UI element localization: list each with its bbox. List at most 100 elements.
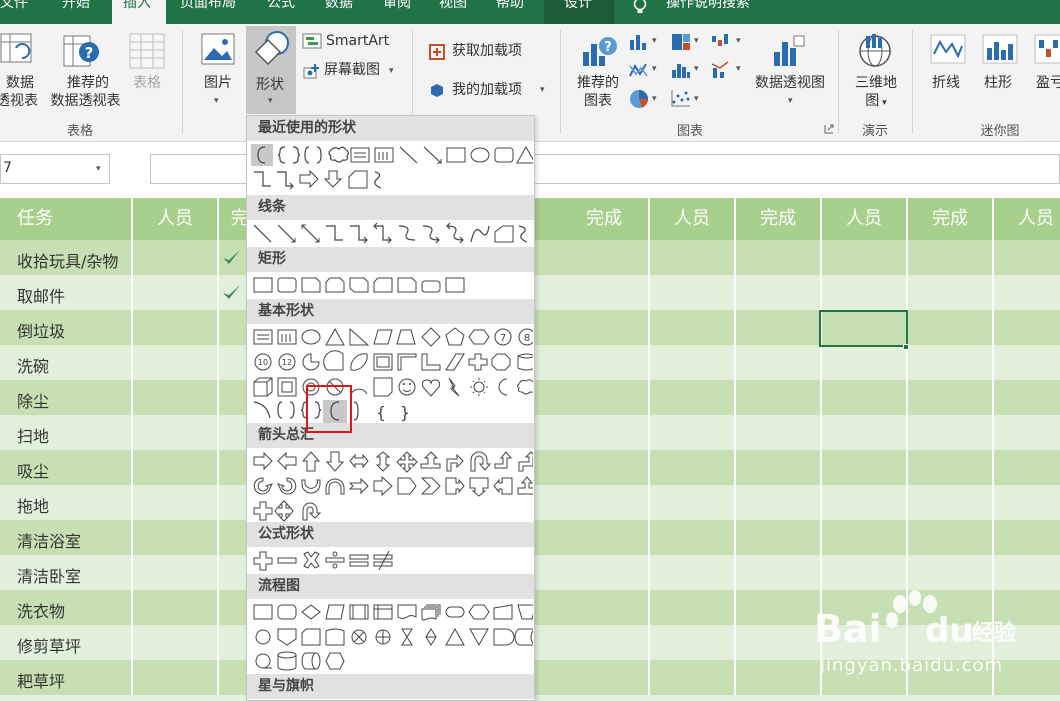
- pictures-dropdown-arrow[interactable]: ▾: [214, 96, 219, 106]
- smartart-icon[interactable]: [302, 32, 322, 50]
- group-label-sparklines: 迷你图: [980, 124, 1020, 139]
- sparkline-winloss-icon[interactable]: [1034, 34, 1060, 64]
- pivot-chart-dropdown-arrow[interactable]: ▾: [788, 96, 793, 106]
- svg-text:du: du: [925, 611, 974, 651]
- combo-chart-icon[interactable]: [710, 60, 732, 80]
- task-name: 吸尘: [17, 462, 50, 481]
- column-chart-icon[interactable]: [628, 32, 650, 52]
- dialog-launcher-icon[interactable]: [824, 124, 834, 134]
- header-cell-done[interactable]: 完成: [908, 198, 994, 240]
- stat-chart-dropdown-arrow[interactable]: ▾: [694, 64, 699, 74]
- group-separator: [838, 30, 839, 134]
- table-icon[interactable]: [128, 32, 166, 70]
- pivot-table-icon[interactable]: [0, 32, 34, 66]
- recommended-charts-icon[interactable]: ?: [580, 32, 620, 70]
- pie-chart-dropdown-arrow[interactable]: ▾: [652, 94, 657, 104]
- svg-text:}: }: [400, 403, 410, 422]
- name-box[interactable]: 7: [0, 154, 110, 184]
- sparkline-column-icon[interactable]: [982, 34, 1018, 64]
- group-separator: [560, 30, 561, 134]
- get-addins-label[interactable]: 获取加载项: [452, 42, 522, 60]
- task-name: 倒垃圾: [17, 322, 66, 341]
- shapes-button[interactable]: 形状 ▾: [246, 26, 296, 114]
- stat-chart-icon[interactable]: [670, 60, 692, 80]
- basic-shapes-rows[interactable]: 7 8 10 12 {}: [251, 326, 533, 426]
- my-addins-icon[interactable]: [428, 81, 446, 99]
- combo-chart-dropdown-arrow[interactable]: ▾: [736, 64, 741, 74]
- pie-chart-icon[interactable]: [628, 88, 650, 110]
- watermark-url: jingyan.baidu.com: [820, 655, 1004, 676]
- tab-data[interactable]: 数据: [325, 0, 365, 24]
- group-separator: [182, 30, 183, 134]
- tab-formulas[interactable]: 公式: [267, 0, 307, 24]
- line-chart-icon[interactable]: [628, 60, 650, 80]
- column-chart-dropdown-arrow[interactable]: ▾: [652, 36, 657, 46]
- header-cell-person[interactable]: 人员: [994, 198, 1060, 240]
- tell-me-search[interactable]: 操作说明搜索: [666, 0, 776, 24]
- equation-shapes-row[interactable]: [251, 549, 533, 573]
- scatter-chart-icon[interactable]: [670, 88, 692, 108]
- 3d-map-label[interactable]: 三维地 图 ▾: [850, 74, 902, 112]
- table-label[interactable]: 表格: [133, 74, 161, 92]
- recent-shapes-row[interactable]: [251, 144, 533, 190]
- pivot-chart-label[interactable]: 数据透视图: [748, 74, 832, 92]
- recommended-pivot-label[interactable]: 推荐的 数据透视表: [51, 74, 124, 110]
- recommended-pivot-icon[interactable]: ?: [62, 32, 102, 70]
- header-cell-done[interactable]: 完成: [736, 198, 822, 240]
- pictures-label[interactable]: 图片: [196, 74, 240, 92]
- category-rectangles: 矩形: [247, 247, 534, 272]
- block-arrows-rows[interactable]: [251, 450, 533, 522]
- header-cell-person[interactable]: 人员: [133, 198, 219, 240]
- highlighted-shape-frame: [306, 385, 352, 433]
- tab-view[interactable]: 视图: [439, 0, 479, 24]
- selected-cell[interactable]: [819, 310, 908, 347]
- pivot-chart-icon[interactable]: [772, 32, 808, 70]
- smartart-label[interactable]: SmartArt: [326, 32, 389, 50]
- my-addins-dropdown-arrow[interactable]: ▾: [540, 85, 545, 95]
- svg-text:10: 10: [258, 358, 268, 367]
- 3d-map-icon[interactable]: [856, 32, 894, 70]
- hierarchy-chart-icon[interactable]: [670, 32, 692, 52]
- shapes-gallery: 最近使用的形状 线条 矩形 基本形状 7 8 10 12 {} 箭头总汇 公式…: [246, 115, 535, 701]
- category-stars-banners: 星与旗帜: [247, 674, 534, 699]
- scatter-chart-dropdown-arrow[interactable]: ▾: [694, 94, 699, 104]
- sparkline-winloss-label[interactable]: 盈亏: [1036, 74, 1060, 92]
- fill-handle[interactable]: [903, 344, 909, 350]
- screenshot-icon[interactable]: [302, 62, 322, 80]
- header-cell-task[interactable]: 任务: [0, 198, 133, 240]
- lines-row[interactable]: [251, 222, 533, 246]
- svg-text:{: {: [376, 403, 386, 422]
- pivot-table-label[interactable]: 数据 透视表: [0, 74, 40, 110]
- waterfall-chart-dropdown-arrow[interactable]: ▾: [736, 36, 741, 46]
- tab-page-layout[interactable]: 页面布局: [180, 0, 244, 24]
- recommended-charts-label[interactable]: 推荐的 图表: [574, 74, 622, 110]
- sparkline-line-label[interactable]: 折线: [932, 74, 960, 92]
- tab-design[interactable]: 设计: [544, 0, 614, 24]
- name-box-dropdown-arrow[interactable]: ▾: [96, 164, 101, 174]
- header-cell-person[interactable]: 人员: [650, 198, 736, 240]
- flowchart-rows[interactable]: [251, 601, 533, 673]
- pictures-icon[interactable]: [200, 32, 236, 66]
- svg-text:7: 7: [500, 333, 506, 344]
- screenshot-dropdown-arrow[interactable]: ▾: [389, 66, 394, 76]
- tab-file[interactable]: 文件: [0, 0, 40, 24]
- tab-home[interactable]: 开始: [62, 0, 102, 24]
- hierarchy-chart-dropdown-arrow[interactable]: ▾: [694, 36, 699, 46]
- store-icon[interactable]: [428, 43, 446, 61]
- category-lines: 线条: [247, 195, 534, 220]
- svg-text:?: ?: [85, 44, 94, 62]
- header-cell-person[interactable]: 人员: [822, 198, 908, 240]
- group-label-tours: 演示: [861, 124, 888, 139]
- task-name: 清洁浴室: [17, 532, 82, 551]
- sparkline-column-label[interactable]: 柱形: [984, 74, 1012, 92]
- screenshot-label[interactable]: 屏幕截图: [324, 61, 380, 79]
- tab-help[interactable]: 帮助: [496, 0, 536, 24]
- svg-text:经验: 经验: [972, 620, 1016, 646]
- sparkline-line-icon[interactable]: [930, 34, 966, 64]
- waterfall-chart-icon[interactable]: [710, 32, 732, 52]
- tab-review[interactable]: 审阅: [383, 0, 423, 24]
- tab-insert[interactable]: 插入: [112, 0, 166, 24]
- line-chart-dropdown-arrow[interactable]: ▾: [652, 64, 657, 74]
- rectangles-row[interactable]: [251, 274, 533, 298]
- my-addins-label[interactable]: 我的加载项: [452, 81, 522, 99]
